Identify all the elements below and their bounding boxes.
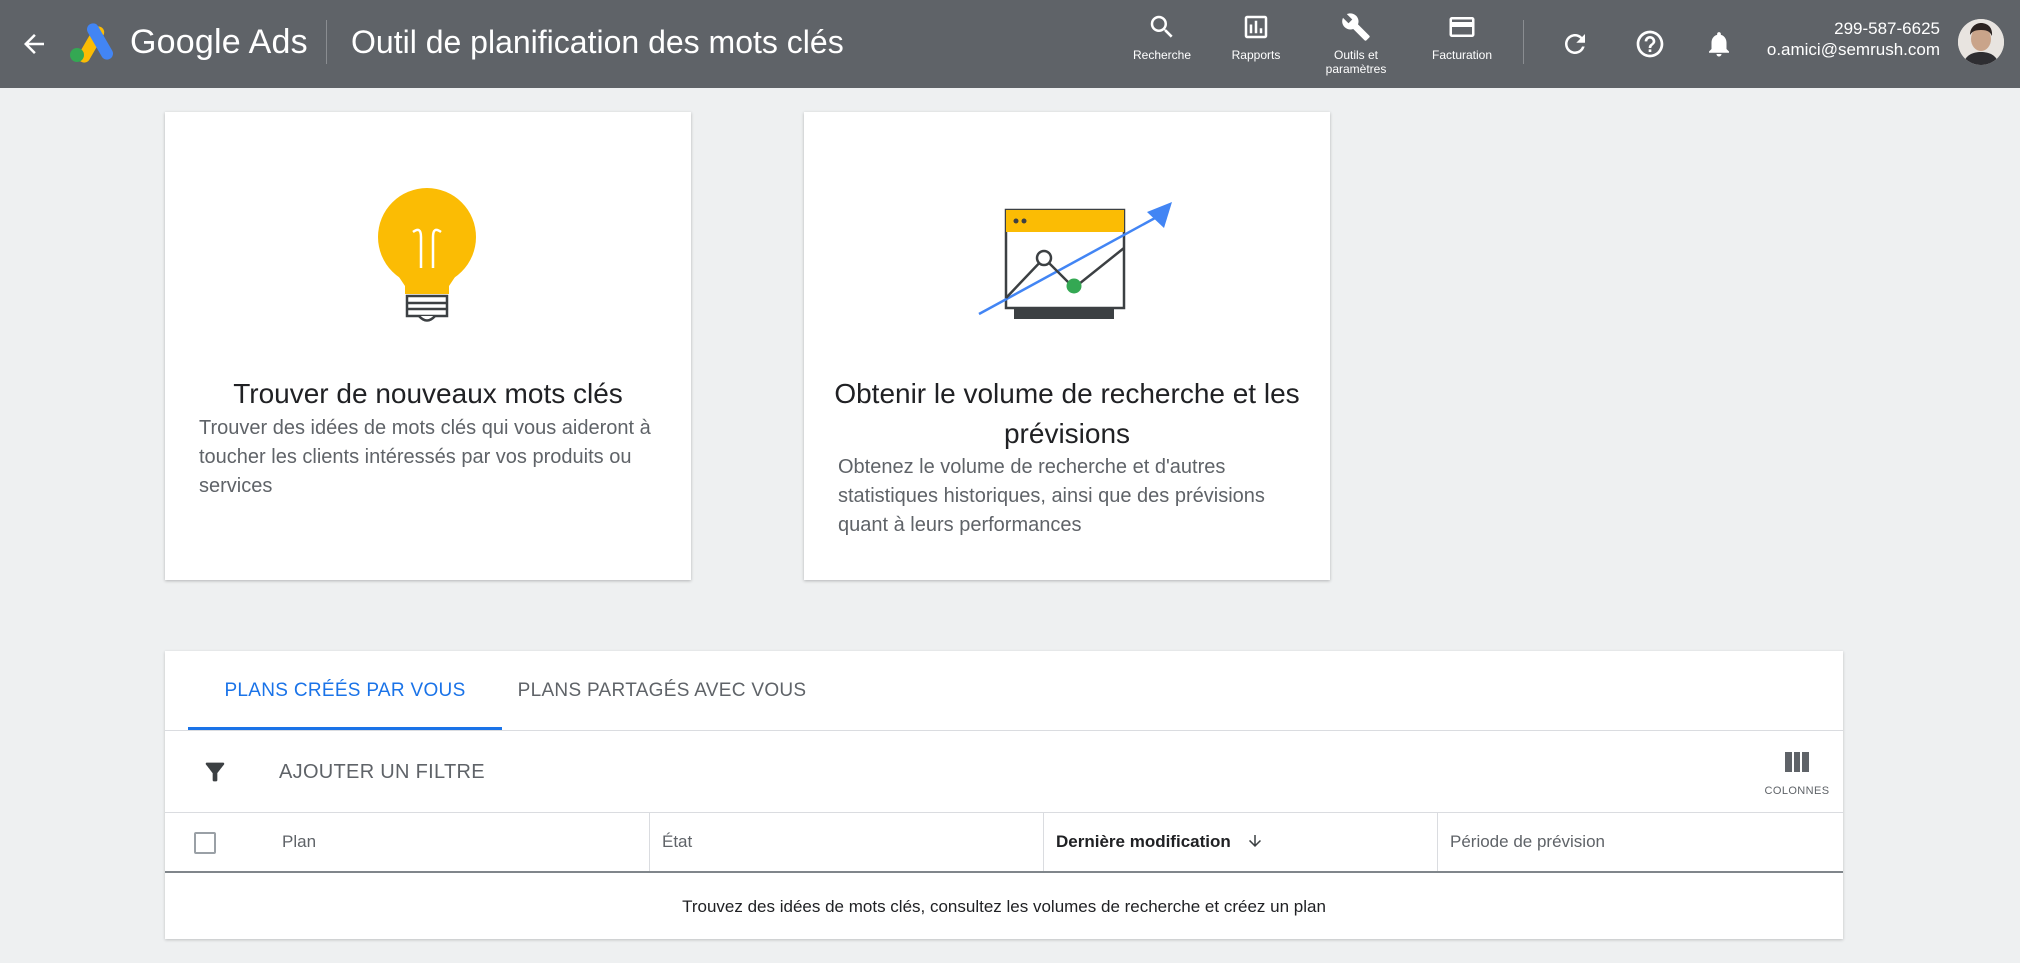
tab-shared-with-you[interactable]: PLANS PARTAGÉS AVEC VOUS — [502, 651, 822, 731]
avatar[interactable] — [1958, 19, 2004, 65]
customer-id: 299-587-6625 — [1834, 19, 1940, 38]
search-volume-title: Obtenir le volume de recherche et les pr… — [834, 378, 1300, 449]
columns-label: COLONNES — [1764, 785, 1830, 797]
nav-tools-settings[interactable]: Outils et paramètres — [1308, 12, 1404, 76]
nav-billing-label: Facturation — [1431, 48, 1493, 62]
plans-tabs: PLANS CRÉÉS PAR VOUS PLANS PARTAGÉS AVEC… — [165, 651, 1843, 731]
header-divider — [326, 20, 327, 64]
column-header-status[interactable]: État — [650, 813, 1044, 871]
lightbulb-icon — [378, 188, 476, 322]
find-keywords-card[interactable]: Trouver de nouveaux mots clés Trouver de… — [165, 112, 691, 580]
help-button[interactable] — [1628, 22, 1672, 66]
column-header-forecast-period[interactable]: Période de prévision — [1438, 813, 1843, 871]
credit-card-icon — [1449, 17, 1475, 37]
search-volume-card[interactable]: Obtenir le volume de recherche et les pr… — [804, 112, 1330, 580]
filter-bar: AJOUTER UN FILTRE COLONNES — [165, 731, 1843, 813]
search-icon — [1150, 15, 1173, 38]
find-keywords-description: Trouver des idées de mots clés qui vous … — [199, 417, 651, 497]
select-all-checkbox[interactable] — [194, 832, 216, 854]
notifications-button[interactable] — [1697, 22, 1741, 66]
arrow-back-icon — [24, 34, 44, 54]
nav-tools-label-line1: Outils et — [1333, 48, 1378, 62]
filter-icon[interactable] — [201, 758, 229, 786]
nav-tools-label-line2: paramètres — [1325, 62, 1387, 76]
tab-created-by-you[interactable]: PLANS CRÉÉS PAR VOUS — [188, 651, 502, 731]
add-filter-button[interactable]: AJOUTER UN FILTRE — [279, 758, 485, 786]
columns-button[interactable]: COLONNES — [1761, 749, 1833, 798]
nav-tools-label: Outils et paramètres — [1308, 48, 1404, 76]
help-icon — [1636, 30, 1664, 58]
account-email: o.amici@semrush.com — [1766, 40, 1940, 59]
refresh-icon — [1565, 34, 1585, 54]
column-header-last-modified[interactable]: Dernière modification — [1044, 813, 1438, 871]
sort-descending-icon — [1248, 835, 1261, 848]
columns-icon — [1785, 752, 1809, 772]
account-info[interactable]: 299-587-6625 o.amici@semrush.com — [1767, 18, 1940, 60]
page-title: Outil de planification des mots clés — [351, 24, 844, 60]
plans-panel: PLANS CRÉÉS PAR VOUS PLANS PARTAGÉS AVEC… — [165, 651, 1843, 939]
find-keywords-title: Trouver de nouveaux mots clés — [233, 378, 623, 409]
active-tab-indicator — [188, 727, 502, 730]
column-header-plan[interactable]: Plan — [270, 813, 650, 871]
nav-reports-label: Rapports — [1231, 48, 1281, 62]
column-header-last-modified-label: Dernière modification — [1056, 832, 1231, 851]
nav-billing[interactable]: Facturation — [1414, 12, 1510, 62]
empty-table-message: Trouvez des idées de mots clés, consulte… — [682, 897, 1326, 916]
wrench-icon — [1342, 13, 1370, 41]
avatar-image — [1958, 19, 2004, 65]
refresh-button[interactable] — [1553, 22, 1597, 66]
bell-icon — [1709, 32, 1729, 57]
nav-search[interactable]: Recherche — [1114, 12, 1210, 62]
top-bar: Google Ads Outil de planification des mo… — [0, 0, 2020, 88]
google-ads-logo-icon — [70, 23, 113, 63]
table-header: Plan État Dernière modification Période … — [165, 813, 1843, 873]
brand-name: Google Ads — [130, 23, 308, 61]
nav-reports[interactable]: Rapports — [1208, 12, 1304, 62]
header-divider-right — [1523, 20, 1524, 64]
search-volume-description: Obtenez le volume de recherche et d'autr… — [838, 456, 1265, 536]
nav-search-label: Recherche — [1132, 48, 1192, 62]
reports-icon — [1244, 15, 1268, 39]
chart-trend-icon — [978, 202, 1172, 319]
back-button[interactable] — [12, 22, 56, 66]
